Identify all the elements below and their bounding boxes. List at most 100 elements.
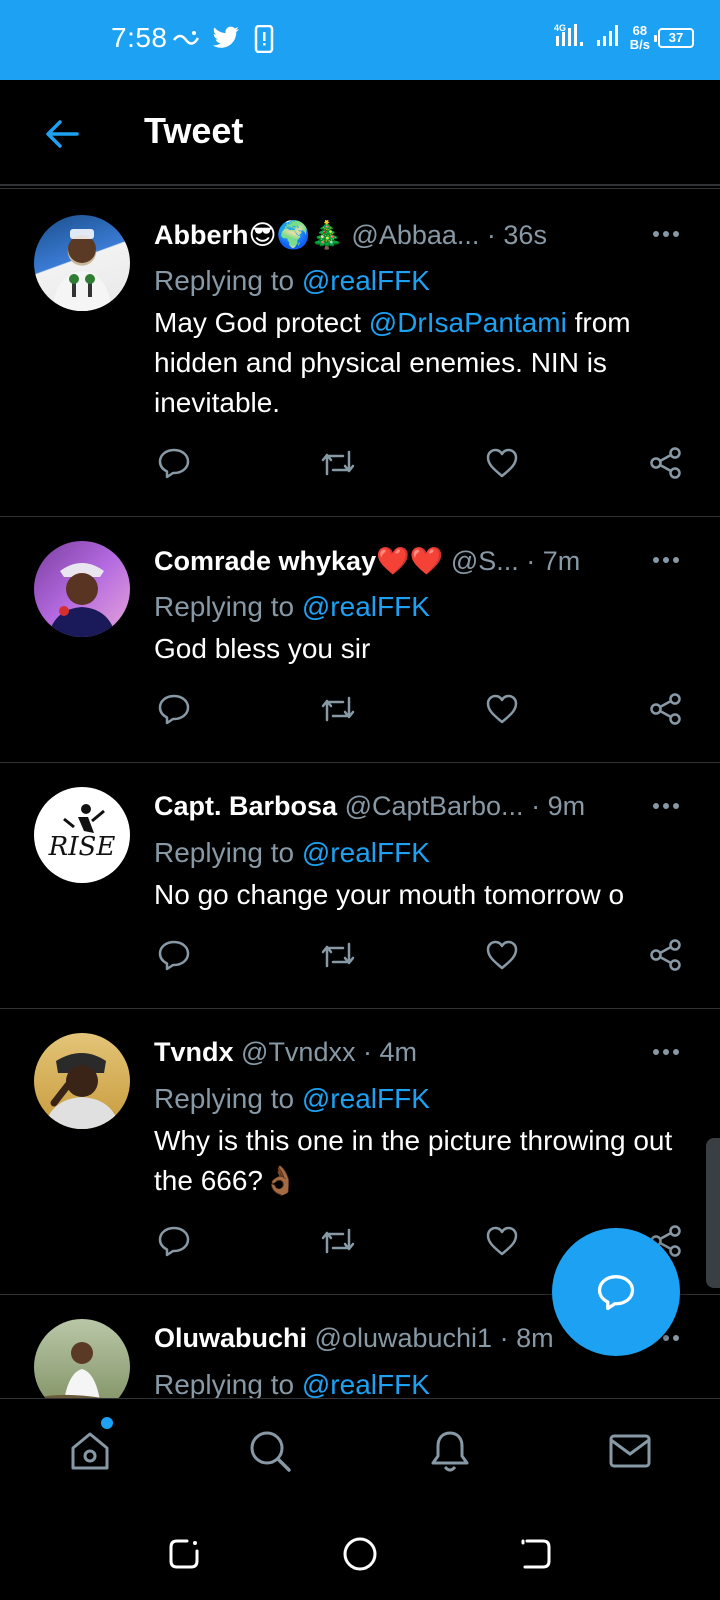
network-speed-value: 68 <box>632 22 648 38</box>
reply-button[interactable] <box>154 689 194 729</box>
retweet-button[interactable] <box>318 1221 358 1261</box>
reply-button[interactable] <box>154 1221 194 1261</box>
user-handle[interactable]: @Tvndxx <box>241 1037 355 1067</box>
retweet-icon <box>321 1228 355 1254</box>
avatar[interactable] <box>34 1033 130 1129</box>
tweet-text: God bless you sir <box>154 633 371 664</box>
user-handle[interactable]: @Abbaa... <box>351 220 479 250</box>
replying-to-label: Replying to <box>154 1369 302 1398</box>
avatar[interactable]: RISE <box>34 787 130 883</box>
reply-button[interactable] <box>154 935 194 975</box>
top-header: Tweet <box>0 80 720 186</box>
home-system-button[interactable] <box>340 1534 380 1574</box>
user-handle[interactable]: @oluwabuchi1 <box>315 1323 493 1353</box>
tab-messages[interactable] <box>602 1423 658 1479</box>
tweet-actions <box>154 689 690 729</box>
share-button[interactable] <box>646 689 686 729</box>
user-handle[interactable]: @S... <box>451 546 519 576</box>
recent-apps-button[interactable] <box>164 1534 204 1574</box>
replying-to: Replying to @realFFK <box>154 837 430 869</box>
retweet-icon <box>321 696 355 722</box>
page-title: Tweet <box>144 110 244 151</box>
replying-to-label: Replying to <box>154 591 302 622</box>
retweet-button[interactable] <box>318 689 358 729</box>
comment-icon <box>158 1226 190 1257</box>
bottom-tab-bar <box>0 1398 720 1502</box>
status-time: 7:58 <box>111 22 168 53</box>
heart-icon <box>486 694 518 724</box>
comment-icon <box>158 694 190 725</box>
more-options-button[interactable] <box>646 219 686 249</box>
more-options-button[interactable] <box>646 545 686 575</box>
heart-icon <box>486 940 518 970</box>
heart-icon <box>486 1226 518 1256</box>
tweet-text: No go change your mouth tomorrow o <box>154 879 625 910</box>
replying-to-mention[interactable]: @realFFK <box>302 1083 430 1114</box>
share-button[interactable] <box>646 935 686 975</box>
share-button[interactable] <box>646 443 686 483</box>
avatar[interactable] <box>34 1319 130 1398</box>
replying-to-mention[interactable]: @realFFK <box>302 1369 430 1398</box>
avatar[interactable] <box>34 541 130 637</box>
retweet-button[interactable] <box>318 443 358 483</box>
arrow-left-icon <box>46 120 79 148</box>
display-name[interactable]: Capt. Barbosa <box>154 791 337 821</box>
signal-icon: 4G <box>554 22 588 53</box>
tweet-time: · 7m <box>526 546 581 576</box>
back-system-icon <box>521 1539 551 1569</box>
replying-to-mention[interactable]: @realFFK <box>302 837 430 868</box>
tweet-item[interactable]: Abberh😎🌍🎄 @Abbaa... · 36s Replying to @r… <box>0 189 720 517</box>
tweet-header: Abberh😎🌍🎄 @Abbaa... · 36s <box>154 219 636 251</box>
comment-icon <box>158 940 190 971</box>
retweet-icon <box>321 942 355 968</box>
tab-notifications[interactable] <box>422 1423 478 1479</box>
replying-to-mention[interactable]: @realFFK <box>302 265 430 296</box>
back-button[interactable] <box>38 110 86 158</box>
network-speed: 68 B/s <box>629 22 650 52</box>
tweet-text: Why is this one in the picture throwing … <box>154 1125 673 1196</box>
scrollbar-handle[interactable] <box>706 1138 720 1288</box>
like-button[interactable] <box>482 689 522 729</box>
tweet-time: · 8m <box>499 1323 554 1353</box>
tweet-item[interactable]: RISE Capt. Barbosa @CaptBarbo... · 9m Re… <box>0 763 720 1009</box>
retweet-icon <box>321 450 355 476</box>
compose-reply-button[interactable] <box>552 1228 680 1356</box>
tweet-time: · 36s <box>486 220 547 250</box>
more-options-button[interactable] <box>646 1037 686 1067</box>
avatar-rise-text: RISE <box>48 832 116 862</box>
replying-to-label: Replying to <box>154 265 302 296</box>
reply-feed[interactable]: Abberh😎🌍🎄 @Abbaa... · 36s Replying to @r… <box>0 188 720 1398</box>
system-back-button[interactable] <box>516 1534 556 1574</box>
tweet-actions <box>154 935 690 975</box>
share-icon <box>650 447 681 479</box>
like-button[interactable] <box>482 935 522 975</box>
network-type-label: 4G <box>554 23 566 33</box>
replying-to: Replying to @realFFK <box>154 1369 430 1398</box>
tweet-actions <box>154 443 690 483</box>
display-name[interactable]: Oluwabuchi <box>154 1323 307 1353</box>
tweet-item[interactable]: Comrade whykay❤️❤️ @S... · 7m Replying t… <box>0 517 720 763</box>
retweet-button[interactable] <box>318 935 358 975</box>
reply-button[interactable] <box>154 443 194 483</box>
display-name[interactable]: Abberh😎🌍🎄 <box>154 220 344 250</box>
tweet-header: Capt. Barbosa @CaptBarbo... · 9m <box>154 791 636 822</box>
display-name[interactable]: Comrade whykay❤️❤️ <box>154 546 443 576</box>
home-icon <box>71 1432 109 1470</box>
notification-app-icon <box>172 28 200 55</box>
replying-to-mention[interactable]: @realFFK <box>302 591 430 622</box>
like-button[interactable] <box>482 1221 522 1261</box>
bell-icon <box>431 1431 469 1472</box>
like-button[interactable] <box>482 443 522 483</box>
display-name[interactable]: Tvndx <box>154 1037 234 1067</box>
tweet-mention[interactable]: @DrIsaPantami <box>369 307 567 338</box>
tab-home[interactable] <box>62 1423 118 1479</box>
tab-search[interactable] <box>242 1423 298 1479</box>
network-speed-unit: B/s <box>629 36 650 52</box>
tweet-header: Tvndx @Tvndxx · 4m <box>154 1037 636 1068</box>
heart-icon <box>486 448 518 478</box>
more-options-button[interactable] <box>646 791 686 821</box>
avatar[interactable] <box>34 215 130 311</box>
replying-to: Replying to @realFFK <box>154 265 430 297</box>
tweet-text: May God protect @DrIsaPantami from hidde… <box>154 303 684 423</box>
user-handle[interactable]: @CaptBarbo... <box>345 791 524 821</box>
